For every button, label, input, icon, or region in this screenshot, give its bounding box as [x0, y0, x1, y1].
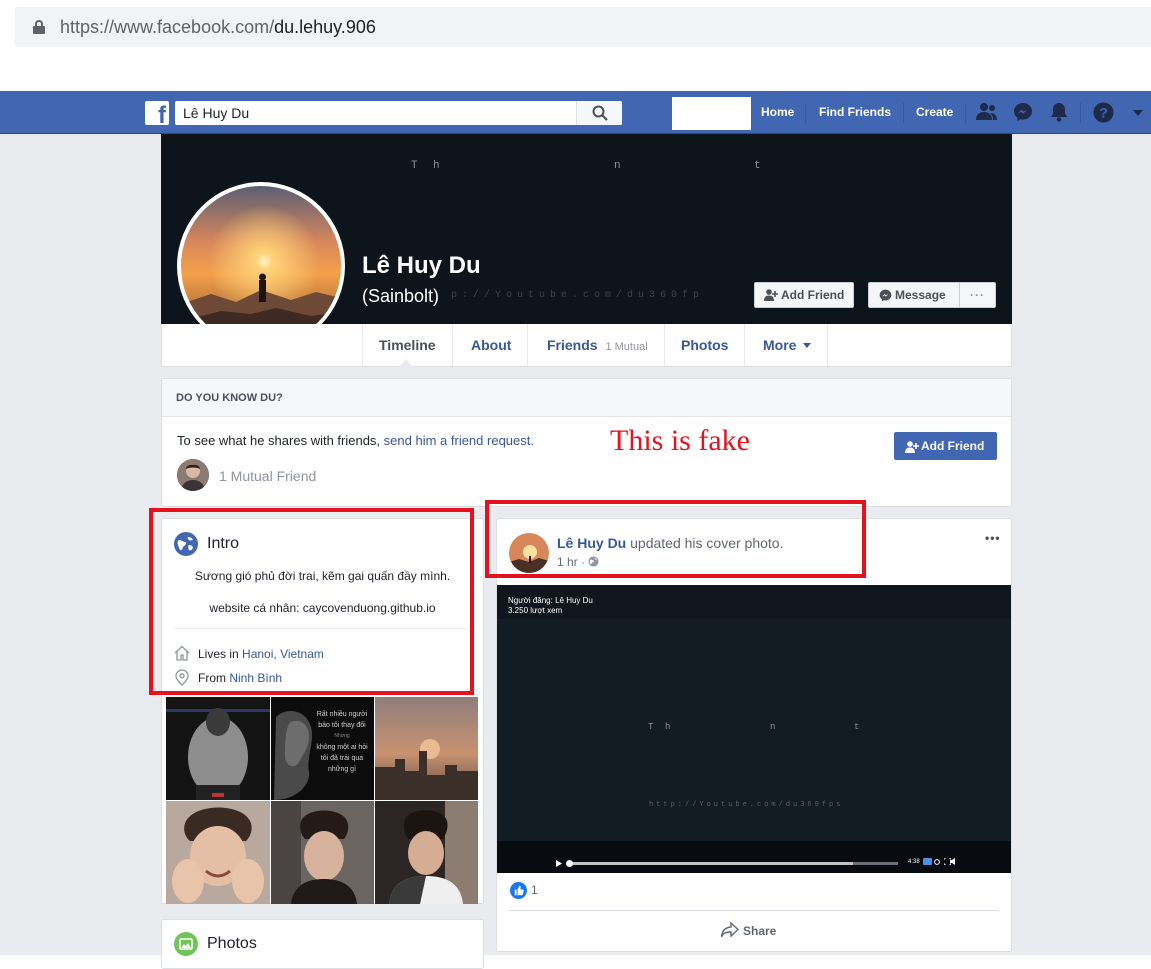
mutual-friend-count[interactable]: 1 Mutual Friend [219, 468, 316, 484]
messenger-icon[interactable] [1013, 102, 1033, 122]
caret-down-icon [803, 343, 812, 348]
active-tab-indicator [399, 359, 413, 367]
video-controls [497, 841, 1011, 873]
nav-divider [1080, 103, 1081, 123]
url-scheme-host: https://www.facebook.com/ [60, 17, 275, 37]
send-friend-request-link[interactable]: send him a friend request. [384, 433, 534, 448]
friend-request-prompt: To see what he shares with friends, send… [177, 433, 534, 448]
profile-name: Lê Huy Du [362, 252, 481, 279]
settings-icon[interactable] [934, 858, 940, 866]
fake-annotation: This is fake [610, 424, 750, 457]
video-scrubber-handle[interactable] [566, 860, 573, 867]
facebook-top-bar: f Home Find Friends Create ? [0, 91, 1151, 134]
tab-photos[interactable]: Photos [665, 324, 746, 366]
nav-divider [903, 103, 904, 123]
tab-friends-count: 1 Mutual [605, 341, 648, 353]
post-header-highlight-box [485, 500, 866, 578]
post-video[interactable]: Người đăng: Lê Huy Du 3.250 lượt xem T h… [497, 585, 1011, 873]
share-button[interactable]: Share [721, 919, 776, 943]
tab-more[interactable]: More [747, 324, 829, 366]
url-text[interactable]: https://www.facebook.com/du.lehuy.906 [60, 17, 376, 38]
tab-about[interactable]: About [455, 324, 529, 366]
nav-home[interactable]: Home [761, 105, 794, 119]
add-friend-button-secondary[interactable]: Add Friend [894, 432, 997, 460]
nav-divider [805, 103, 806, 123]
sunset-profile-image [181, 186, 341, 346]
help-icon[interactable]: ? [1093, 102, 1114, 123]
profile-more-button[interactable]: ··· [959, 282, 996, 308]
intro-photo-6[interactable] [375, 801, 478, 904]
address-bar[interactable]: https://www.facebook.com/du.lehuy.906 [15, 7, 1151, 47]
intro-photo-5[interactable] [271, 801, 374, 904]
video-char: h [665, 722, 671, 732]
photos-card: Photos [161, 919, 484, 969]
message-button[interactable]: Message [868, 282, 960, 308]
do-you-know-card: DO YOU KNOW DU? To see what he shares wi… [161, 378, 1012, 507]
do-you-know-title: DO YOU KNOW DU? [162, 379, 1011, 417]
nav-divider [965, 103, 966, 123]
svg-text:?: ? [1099, 105, 1108, 121]
caret-down-icon[interactable] [1133, 110, 1143, 116]
intro-photo-4[interactable] [166, 801, 270, 904]
volume-icon[interactable] [950, 858, 958, 865]
lock-icon [33, 20, 45, 34]
video-watermark: http://Youtube.com/du360fps [649, 801, 844, 809]
intro-highlight-box [149, 508, 474, 695]
video-char: T [648, 722, 654, 732]
photo-caption-line: những gì [327, 766, 357, 773]
cover-char: n [614, 160, 621, 172]
search-input[interactable] [175, 101, 575, 125]
cover-char: t [754, 160, 761, 172]
like-count[interactable]: 1 [531, 883, 538, 897]
intro-photo-1[interactable] [166, 697, 270, 800]
messenger-icon [879, 289, 892, 302]
post-options-button[interactable]: ••• [985, 531, 1001, 545]
intro-photo-3[interactable] [375, 697, 478, 800]
profile-tab-bar: Timeline About Friends 1 Mutual Photos M… [161, 324, 1012, 367]
mutual-friend-avatar[interactable] [177, 459, 209, 491]
video-buffered-bar [568, 862, 853, 865]
like-reaction-icon[interactable] [510, 882, 527, 899]
photo-caption-line: Rất nhiều người [316, 711, 368, 718]
nav-create[interactable]: Create [916, 105, 953, 119]
search-icon [592, 105, 608, 121]
notifications-icon[interactable] [1049, 102, 1069, 122]
photo-caption-line: tôi đã trải qua [320, 755, 364, 762]
photos-card-title: Photos [207, 935, 257, 952]
url-path: du.lehuy.906 [274, 17, 376, 37]
post-card: Lê Huy Du updated his cover photo. 1 hr … [496, 518, 1012, 952]
cover-char: h [433, 160, 440, 172]
search-box [175, 101, 622, 125]
video-views: 3.250 lượt xem [508, 606, 563, 615]
post-divider [509, 910, 999, 911]
photo-caption-line: bảo tôi thay đổi [318, 722, 366, 729]
profile-alternate-name: (Sainbolt) [362, 286, 440, 306]
cover-char: T [411, 160, 418, 172]
video-char: n [770, 722, 776, 732]
play-icon[interactable] [556, 860, 562, 867]
search-button[interactable] [576, 101, 622, 125]
tab-friends[interactable]: Friends 1 Mutual [531, 324, 665, 366]
photo-caption-line: Nhưng [334, 733, 350, 739]
intro-photo-2[interactable]: Rất nhiều người bảo tôi thay đổi Nhưng k… [271, 697, 374, 800]
add-friend-button[interactable]: Add Friend [754, 282, 854, 308]
video-time: 4:38 [908, 859, 920, 865]
video-poster: Người đăng: Lê Huy Du [508, 596, 593, 605]
add-friend-icon [905, 441, 919, 453]
share-icon [721, 922, 739, 938]
hd-icon[interactable] [923, 858, 932, 865]
friends-icon[interactable] [976, 102, 998, 122]
photos-icon [174, 932, 198, 956]
nav-find-friends[interactable]: Find Friends [819, 105, 891, 119]
add-friend-icon [764, 289, 778, 301]
video-char: t [854, 722, 860, 732]
cover-watermark: p://Youtube.com/du360fp [451, 290, 705, 301]
user-profile-link[interactable] [672, 97, 751, 130]
facebook-logo-icon[interactable]: f [145, 101, 169, 128]
photo-caption-line: không một ai hỏi [316, 744, 368, 751]
